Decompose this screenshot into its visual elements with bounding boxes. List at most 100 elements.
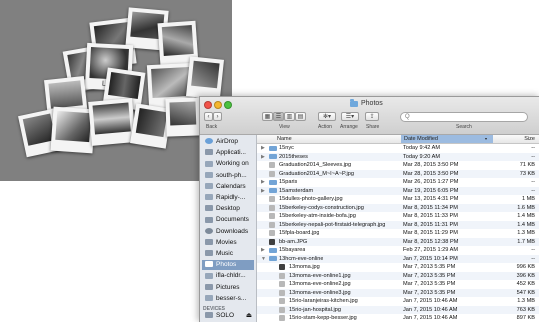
file-date: Mar 13, 2015 4:31 PM — [403, 196, 459, 202]
gear-icon: ✻▾ — [322, 114, 332, 120]
action-button[interactable]: ✻▾ — [318, 112, 336, 121]
disclosure-open-icon[interactable]: ▼ — [261, 255, 266, 263]
file-date: Mar 8, 2015 12:38 PM — [403, 238, 459, 245]
file-size: 996 KB — [516, 264, 535, 270]
jpeg-file-icon — [269, 221, 275, 228]
file-row[interactable]: Graduation2014_M~I~A~P.jpg Mar 28, 2015 3… — [257, 169, 539, 178]
file-row[interactable]: 15berkeley-nepali-pot-firstaid-telegraph… — [257, 220, 539, 229]
file-row[interactable]: 15dulles-photo-gallery.jpg Mar 13, 2015 4… — [257, 195, 539, 203]
view-coverflow-button[interactable]: ▤ — [295, 112, 306, 121]
sidebar-item[interactable]: Applicati... — [202, 148, 254, 158]
image-thumbnail-icon — [269, 238, 275, 245]
file-date: Mar 28, 2015 3:50 PM — [403, 162, 459, 168]
sidebar-item[interactable]: Desktop — [202, 204, 254, 214]
sidebar-item[interactable]: Rapidly-... — [202, 193, 254, 203]
folder-icon — [350, 98, 358, 107]
file-row[interactable]: Graduation2014_Sleeves.jpg Mar 28, 2015 3… — [257, 161, 539, 169]
file-row[interactable]: bb-am.JPG Mar 8, 2015 12:38 PM 1.7 MB — [257, 237, 539, 246]
eject-icon[interactable]: ⏏ — [246, 311, 252, 321]
sidebar-item[interactable]: ifla-chldr... — [202, 271, 254, 281]
desktop-icon — [205, 205, 213, 212]
file-row[interactable]: 15fpla-board.jpg Mar 8, 2015 11:29 PM 1.3 … — [257, 229, 539, 237]
file-row[interactable]: ▶ 2015theses Today 9:20 AM -- — [257, 152, 539, 161]
file-size: -- — [531, 247, 535, 253]
zoom-button[interactable] — [224, 101, 232, 109]
window-title: Photos — [350, 98, 383, 107]
file-name: 15nyc — [279, 145, 294, 151]
folder-icon — [205, 160, 213, 167]
file-size: 1.7 MB — [517, 238, 535, 245]
disclosure-closed-icon[interactable]: ▶ — [261, 178, 265, 186]
sidebar-device[interactable]: SOLO ⏏ — [202, 311, 254, 321]
sidebar-item-label: AirDrop — [216, 138, 239, 145]
sidebar-item[interactable]: Pictures — [202, 283, 254, 293]
file-date: Jan 7, 2015 10:14 PM — [403, 255, 458, 262]
sidebar-item[interactable]: AirDrop — [202, 137, 254, 147]
file-date: Mar 8, 2015 11:33 PM — [403, 213, 458, 219]
file-date: Mar 8, 2015 11:34 PM — [403, 204, 458, 211]
file-name: 15rio-jan-hospital.jpg — [289, 306, 341, 313]
file-row[interactable]: 15rio-jan-hospital.jpg Jan 7, 2015 10:46 … — [257, 305, 539, 314]
jpeg-file-icon — [279, 272, 285, 279]
sidebar-item[interactable]: Movies — [202, 238, 254, 248]
sidebar-item[interactable]: Working on — [202, 159, 254, 169]
folder-icon — [205, 171, 213, 178]
close-button[interactable] — [204, 101, 212, 109]
file-row[interactable]: 13moma-eve-online3.jpg Mar 7, 2013 5:35 P… — [257, 288, 539, 297]
file-row[interactable]: ▶ 15paris Mar 26, 2015 1:27 PM -- — [257, 178, 539, 186]
jpeg-file-icon — [269, 170, 275, 177]
photo-collage: Life — [0, 0, 232, 181]
file-row[interactable]: ▼ 13hcm-eve-online Jan 7, 2015 10:14 PM -- — [257, 254, 539, 263]
jpeg-file-icon — [279, 289, 285, 296]
forward-button[interactable]: › — [213, 112, 222, 121]
file-row[interactable]: 13moma.jpg Mar 7, 2013 5:35 PM 996 KB — [257, 263, 539, 271]
file-row[interactable]: 15rio-laranjeiras-kitchen.jpg Jan 7, 2015… — [257, 297, 539, 305]
search-input[interactable]: Q — [400, 112, 528, 122]
view-column-button[interactable]: ▥ — [284, 112, 295, 121]
file-row[interactable]: 13moma-eve-online2.jpg Mar 7, 2013 5:35 P… — [257, 280, 539, 288]
airdrop-icon — [205, 138, 213, 145]
disclosure-closed-icon[interactable]: ▶ — [261, 246, 265, 254]
column-header-size[interactable]: Size — [524, 135, 535, 143]
folder-icon — [205, 295, 213, 302]
file-name: Graduation2014_Sleeves.jpg — [279, 162, 352, 168]
file-name: 13hcm-eve-online — [279, 255, 324, 262]
folder-icon — [269, 154, 277, 159]
sidebar-item[interactable]: south-ph... — [202, 171, 254, 181]
file-name: 15bayarea — [279, 247, 306, 253]
arrange-button[interactable]: ☰▾ — [341, 112, 359, 121]
disclosure-closed-icon[interactable]: ▶ — [261, 144, 265, 152]
column-header-date-modified[interactable]: Date Modified — [401, 135, 493, 143]
disclosure-closed-icon[interactable]: ▶ — [261, 187, 265, 195]
sidebar-item[interactable]: Photos — [202, 260, 254, 271]
view-list-button[interactable]: ☰ — [273, 112, 284, 121]
sidebar-item[interactable]: Downloads — [202, 227, 254, 237]
file-row[interactable]: 15berkeley-codys-construction.jpg Mar 8, … — [257, 203, 539, 212]
minimize-button[interactable] — [214, 101, 222, 109]
file-size: 1.4 MB — [517, 213, 535, 219]
sidebar-item[interactable]: besser-s... — [202, 294, 254, 304]
search-label: Search — [456, 124, 472, 130]
file-name: 15fpla-board.jpg — [279, 230, 320, 236]
file-row[interactable]: ▶ 15bayarea Feb 27, 2015 1:29 AM -- — [257, 246, 539, 254]
sidebar-item[interactable]: Calendars — [202, 182, 254, 192]
sidebar-item-label: Music — [216, 250, 233, 257]
file-row[interactable]: 13moma-eve-online1.jpg Mar 7, 2013 5:35 P… — [257, 271, 539, 280]
sidebar-item-label: ifla-chldr... — [216, 272, 246, 280]
music-icon — [205, 250, 213, 257]
search-icon: Q — [405, 114, 410, 120]
folder-icon — [205, 272, 213, 279]
column-view-icon: ▥ — [286, 114, 293, 120]
sidebar-item-label: Applicati... — [216, 149, 246, 157]
file-date: Mar 8, 2015 11:29 PM — [403, 230, 458, 236]
file-row[interactable]: ▶ 15amsterdam Mar 19, 2015 6:05 PM -- — [257, 186, 539, 195]
file-row[interactable]: ▶ 15nyc Today 9:42 AM -- — [257, 144, 539, 152]
file-row[interactable]: 15berkeley-atm-inside-bofa.jpg Mar 8, 201… — [257, 212, 539, 220]
column-header-name[interactable]: Name — [277, 135, 292, 143]
sidebar-item[interactable]: Documents — [202, 215, 254, 225]
disclosure-closed-icon[interactable]: ▶ — [261, 153, 265, 161]
back-button[interactable]: ‹ — [204, 112, 213, 121]
sidebar-item[interactable]: Music — [202, 249, 254, 259]
view-icon-button[interactable]: ▦ — [262, 112, 273, 121]
share-button[interactable]: ⇪ — [365, 112, 379, 121]
